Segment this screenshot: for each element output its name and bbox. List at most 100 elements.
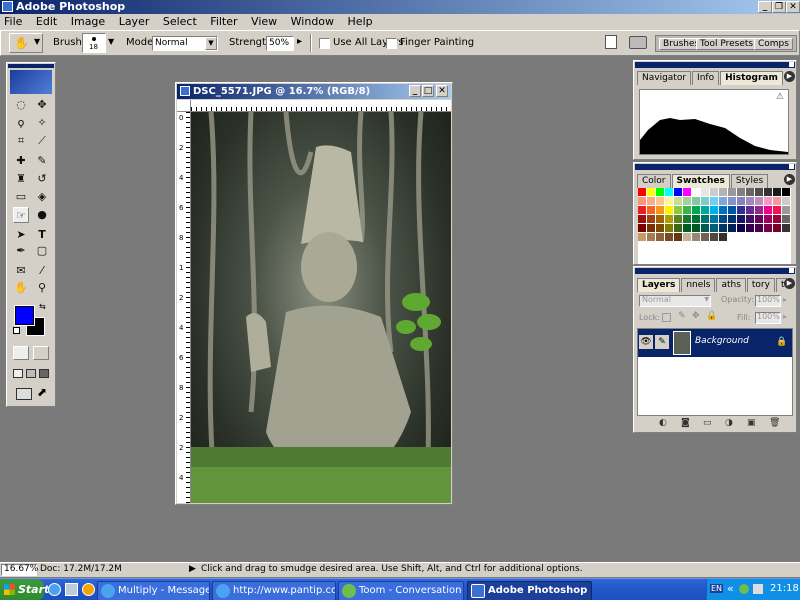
color-swatch[interactable] bbox=[683, 233, 691, 241]
tray-expand-icon[interactable]: « bbox=[727, 582, 734, 595]
new-adjustment-layer-icon[interactable]: ◑ bbox=[725, 418, 733, 428]
color-swatch[interactable] bbox=[755, 224, 763, 232]
lock-position-icon[interactable]: ✥ bbox=[692, 311, 700, 321]
color-swatch[interactable] bbox=[782, 206, 790, 214]
language-indicator[interactable]: EN bbox=[710, 584, 724, 593]
new-layer-icon[interactable]: ▣ bbox=[747, 418, 756, 428]
color-swatch[interactable] bbox=[755, 233, 763, 241]
color-swatch[interactable] bbox=[782, 215, 790, 223]
panel-menu-icon[interactable]: ▶ bbox=[784, 71, 795, 82]
color-swatch[interactable] bbox=[755, 197, 763, 205]
color-swatch[interactable] bbox=[728, 197, 736, 205]
taskbar-button-pantip[interactable]: http://www.pantip.com/... bbox=[212, 581, 336, 600]
printer-icon[interactable] bbox=[629, 36, 647, 49]
taskbar-button-photoshop[interactable]: Adobe Photoshop bbox=[467, 581, 592, 600]
color-swatch[interactable] bbox=[719, 188, 727, 196]
opacity-arrow-icon[interactable]: ▸ bbox=[783, 295, 787, 304]
color-swatch[interactable] bbox=[782, 224, 790, 232]
color-swatch[interactable] bbox=[701, 197, 709, 205]
tab-channels[interactable]: nnels bbox=[681, 278, 716, 292]
add-mask-icon[interactable]: ◙ bbox=[681, 418, 690, 428]
color-swatch[interactable] bbox=[746, 215, 754, 223]
eraser-tool-icon[interactable]: ▭ bbox=[13, 189, 29, 205]
menu-help[interactable]: Help bbox=[348, 15, 373, 28]
tab-navigator[interactable]: Navigator bbox=[637, 71, 692, 85]
screen-mode-standard-icon[interactable] bbox=[13, 369, 23, 378]
color-swatch[interactable] bbox=[719, 206, 727, 214]
minimize-button[interactable]: _ bbox=[758, 1, 772, 13]
color-swatch[interactable] bbox=[737, 224, 745, 232]
color-swatch[interactable] bbox=[737, 233, 745, 241]
tab-info[interactable]: Info bbox=[692, 71, 720, 85]
palette-tab-comps[interactable]: Comps bbox=[754, 38, 793, 50]
move-tool-icon[interactable]: ✥ bbox=[34, 97, 50, 113]
add-layer-style-icon[interactable]: ◐ bbox=[659, 418, 667, 428]
color-swatch[interactable] bbox=[647, 224, 655, 232]
color-swatch[interactable] bbox=[665, 224, 673, 232]
color-swatch[interactable] bbox=[710, 215, 718, 223]
color-swatch[interactable] bbox=[674, 224, 682, 232]
strength-input[interactable]: 50% bbox=[266, 36, 294, 51]
start-button[interactable]: Start bbox=[0, 579, 49, 600]
color-swatch[interactable] bbox=[746, 197, 754, 205]
color-swatch[interactable] bbox=[692, 197, 700, 205]
slice-tool-icon[interactable]: ⟋ bbox=[34, 133, 50, 149]
doc-maximize-button[interactable]: □ bbox=[422, 85, 434, 97]
menu-select[interactable]: Select bbox=[163, 15, 197, 28]
panel-menu-icon[interactable]: ▶ bbox=[784, 278, 795, 289]
panel-close-icon[interactable] bbox=[789, 62, 794, 67]
color-swatch[interactable] bbox=[647, 233, 655, 241]
delete-layer-icon[interactable]: 🗑 bbox=[769, 418, 780, 428]
layers-panel-title-bar[interactable] bbox=[635, 268, 795, 274]
color-swatch[interactable] bbox=[728, 224, 736, 232]
lock-image-icon[interactable]: ✎ bbox=[678, 311, 686, 321]
menu-layer[interactable]: Layer bbox=[119, 15, 150, 28]
color-swatch[interactable] bbox=[719, 197, 727, 205]
color-swatch[interactable] bbox=[638, 233, 646, 241]
color-swatch[interactable] bbox=[674, 188, 682, 196]
color-swatch[interactable] bbox=[764, 233, 772, 241]
notes-tool-icon[interactable]: ✉ bbox=[13, 263, 29, 279]
color-swatch[interactable] bbox=[656, 233, 664, 241]
paint-bucket-tool-icon[interactable]: ◈ bbox=[34, 189, 50, 205]
smudge-tool-icon[interactable]: ☞ bbox=[13, 207, 29, 223]
use-all-layers-checkbox[interactable] bbox=[319, 38, 330, 49]
color-swatch[interactable] bbox=[656, 188, 664, 196]
color-swatch[interactable] bbox=[773, 233, 781, 241]
crop-tool-icon[interactable]: ⌗ bbox=[13, 133, 29, 149]
doc-info[interactable]: Doc: 17.2M/17.2M bbox=[40, 564, 122, 574]
color-swatch[interactable] bbox=[638, 197, 646, 205]
color-swatch[interactable] bbox=[647, 188, 655, 196]
strength-arrow-icon[interactable]: ▸ bbox=[297, 36, 302, 47]
tab-layers[interactable]: Layers bbox=[637, 278, 681, 292]
color-swatch[interactable] bbox=[665, 206, 673, 214]
color-swatch[interactable] bbox=[692, 206, 700, 214]
zoom-input[interactable]: 16.67% bbox=[1, 564, 38, 576]
swatch-grid[interactable] bbox=[638, 188, 791, 264]
path-selection-tool-icon[interactable]: ➤ bbox=[13, 227, 29, 243]
menu-edit[interactable]: Edit bbox=[36, 15, 57, 28]
color-swatch[interactable] bbox=[656, 215, 664, 223]
color-swatch[interactable] bbox=[728, 188, 736, 196]
quick-mask-mode-icon[interactable] bbox=[33, 346, 49, 360]
screen-mode-full-menu-icon[interactable] bbox=[26, 369, 36, 378]
network-tray-icon[interactable] bbox=[753, 584, 763, 594]
finger-painting-checkbox[interactable] bbox=[386, 38, 397, 49]
default-colors-icon[interactable] bbox=[13, 327, 20, 334]
tool-preset-picker[interactable]: ✋ ▼ bbox=[9, 33, 43, 53]
color-swatch[interactable] bbox=[773, 215, 781, 223]
color-swatch[interactable] bbox=[782, 197, 790, 205]
color-swatch[interactable] bbox=[710, 224, 718, 232]
histogram-panel-title-bar[interactable] bbox=[635, 62, 795, 68]
visibility-eye-icon[interactable]: 👁 bbox=[639, 335, 653, 349]
type-tool-icon[interactable]: T bbox=[34, 227, 50, 243]
color-swatch[interactable] bbox=[647, 206, 655, 214]
color-swatch[interactable] bbox=[638, 206, 646, 214]
color-swatch[interactable] bbox=[683, 197, 691, 205]
palette-tab-tool-presets[interactable]: Tool Presets bbox=[696, 38, 758, 50]
fill-arrow-icon[interactable]: ▸ bbox=[783, 312, 787, 321]
lock-transparency-icon[interactable] bbox=[662, 313, 671, 322]
color-swatch[interactable] bbox=[683, 206, 691, 214]
brush-dropdown-arrow[interactable]: ▼ bbox=[108, 37, 114, 46]
blend-mode-select[interactable]: Normal ▼ bbox=[639, 295, 711, 307]
